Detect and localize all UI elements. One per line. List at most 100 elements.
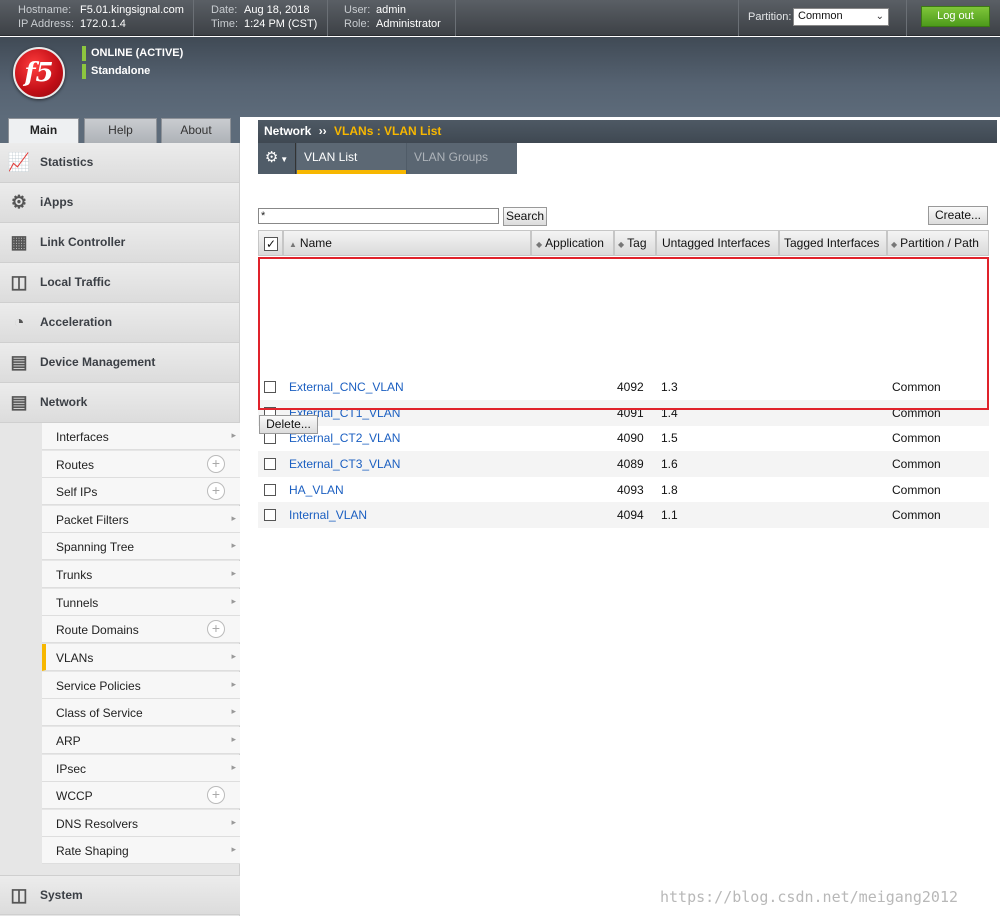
sidebar-item-label: Link Controller	[40, 235, 126, 249]
sidebar-subitem-routes[interactable]: Routes +	[42, 451, 240, 478]
subitem-label: Spanning Tree	[56, 540, 135, 554]
sidebar-item-system[interactable]: ◫ System	[0, 875, 240, 915]
row-checkbox[interactable]	[264, 458, 276, 470]
status-mode: Standalone	[82, 64, 150, 79]
tab-vlan-list[interactable]: VLAN List	[297, 143, 406, 174]
column-header-application[interactable]: ◆ Application	[531, 230, 614, 256]
tab-help[interactable]: Help	[84, 118, 157, 143]
vlan-name-link[interactable]: External_CNC_VLAN	[289, 380, 404, 394]
table-row: External_CT2_VLAN 4090 1.5 Common	[258, 425, 989, 451]
main-tabs: Main Help About	[0, 117, 240, 143]
plus-icon[interactable]: +	[207, 482, 225, 500]
sidebar-subitem-service-policies[interactable]: Service Policies ▸	[42, 672, 240, 699]
subitem-label: DNS Resolvers	[56, 817, 139, 831]
sidebar-item-label: System	[40, 888, 83, 902]
iapps-icon: ⚙	[10, 192, 28, 212]
tab-about[interactable]: About	[161, 118, 231, 143]
search-input[interactable]: *	[258, 208, 499, 224]
device-management-icon: ▤	[10, 352, 28, 372]
vlan-name-link[interactable]: External_CT3_VLAN	[289, 457, 400, 471]
acceleration-icon: ◔	[13, 312, 25, 332]
subitem-label: ARP	[56, 734, 81, 748]
host-info: Hostname: F5.01.kingsignal.com IP Address…	[18, 3, 184, 31]
subitem-label: Trunks	[56, 568, 93, 582]
date-value: Aug 18, 2018	[244, 4, 310, 16]
sidebar-subitem-trunks[interactable]: Trunks ▸	[42, 561, 240, 588]
row-checkbox[interactable]	[264, 509, 276, 521]
delete-button[interactable]: Delete...	[259, 415, 318, 434]
gear-icon[interactable]: ⚙ ▼	[258, 143, 296, 174]
search-button[interactable]: Search	[503, 207, 547, 226]
subitem-label: Route Domains	[56, 623, 139, 637]
mode-text: Standalone	[91, 65, 151, 77]
vlan-name-link[interactable]: Internal_VLAN	[289, 508, 367, 522]
sidebar-subitem-tunnels[interactable]: Tunnels ▸	[42, 589, 240, 616]
subitem-label: Rate Shaping	[56, 844, 129, 858]
partition-label: Partition:	[748, 11, 792, 23]
sidebar-item-label: Network	[40, 395, 88, 409]
sidebar-subitem-vlans[interactable]: VLANs ▸	[42, 644, 240, 671]
subitem-label: Self IPs	[56, 485, 98, 499]
column-header-untagged[interactable]: Untagged Interfaces	[656, 230, 779, 256]
logo-text: f5	[24, 58, 54, 88]
sidebar-subitem-spanning-tree[interactable]: Spanning Tree ▸	[42, 533, 240, 560]
column-header-tagged[interactable]: Tagged Interfaces	[779, 230, 887, 256]
chevron-right-icon: ▸	[231, 844, 236, 854]
vlan-tag: 4091	[617, 406, 644, 420]
chevron-right-icon: ▸	[231, 596, 236, 606]
top-bar: Hostname: F5.01.kingsignal.com IP Address…	[0, 0, 1000, 36]
hostname-label: Hostname:	[18, 4, 72, 16]
column-header-name[interactable]: ▲ Name	[283, 230, 531, 256]
column-header-tag[interactable]: ◆ Tag	[614, 230, 656, 256]
sidebar-subitem-packet-filters[interactable]: Packet Filters ▸	[42, 506, 240, 533]
create-button[interactable]: Create...	[928, 206, 988, 225]
logout-button[interactable]: Log out	[921, 6, 990, 27]
row-checkbox[interactable]	[264, 484, 276, 496]
status-indicator	[82, 64, 86, 79]
divider	[327, 0, 328, 36]
column-header-label: Name	[299, 236, 332, 250]
sidebar-subitem-arp[interactable]: ARP ▸	[42, 727, 240, 754]
sidebar-item-local-traffic[interactable]: ◫ Local Traffic	[0, 263, 239, 303]
plus-icon[interactable]: +	[207, 620, 225, 638]
sidebar-subitem-wccp[interactable]: WCCP +	[42, 782, 240, 809]
vlan-partition: Common	[892, 380, 941, 394]
vlan-untagged: 1.5	[661, 431, 678, 445]
chevron-right-icon: ▸	[231, 734, 236, 744]
divider	[455, 0, 456, 36]
sidebar-subitem-self-ips[interactable]: Self IPs +	[42, 478, 240, 505]
sidebar-subitem-dns-resolvers[interactable]: DNS Resolvers ▸	[42, 810, 240, 837]
breadcrumb-root[interactable]: Network	[264, 124, 311, 138]
row-checkbox[interactable]	[264, 381, 276, 393]
sidebar-item-label: Device Management	[40, 355, 156, 369]
vlan-partition: Common	[892, 406, 941, 420]
f5-logo: f5	[13, 47, 65, 99]
sidebar-item-statistics[interactable]: 📈 Statistics	[0, 143, 239, 183]
subitem-label: Interfaces	[56, 430, 109, 444]
sidebar-subitem-route-domains[interactable]: Route Domains +	[42, 616, 240, 643]
plus-icon[interactable]: +	[207, 786, 225, 804]
date-label: Date:	[211, 4, 238, 16]
sidebar-item-label: Local Traffic	[40, 275, 111, 289]
sidebar-item-link-controller[interactable]: ▦ Link Controller	[0, 223, 239, 263]
vlan-name-link[interactable]: HA_VLAN	[289, 483, 344, 497]
subitem-label: VLANs	[56, 651, 94, 665]
plus-icon[interactable]: +	[207, 455, 225, 473]
sidebar-subitem-rate-shaping[interactable]: Rate Shaping ▸	[42, 837, 240, 864]
sidebar-item-device-management[interactable]: ▤ Device Management	[0, 343, 239, 383]
tab-main[interactable]: Main	[8, 118, 79, 143]
select-all-checkbox[interactable]: ✓	[264, 237, 278, 251]
sidebar-subitem-interfaces[interactable]: Interfaces ▸	[42, 423, 240, 450]
tab-vlan-groups[interactable]: VLAN Groups	[407, 143, 517, 174]
partition-select[interactable]: Common ⌄	[793, 8, 889, 26]
main-content: Network ›› VLANs : VLAN List ⚙ ▼ VLAN Lis…	[241, 117, 1000, 916]
sidebar-item-iapps[interactable]: ⚙ iApps	[0, 183, 239, 223]
subitem-label: Tunnels	[56, 596, 99, 610]
sidebar-item-acceleration[interactable]: ◔ Acceleration	[0, 303, 239, 343]
link-controller-icon: ▦	[10, 232, 28, 252]
subitem-label: Routes	[56, 458, 95, 472]
sidebar-subitem-class-of-service[interactable]: Class of Service ▸	[42, 699, 240, 726]
sidebar-subitem-ipsec[interactable]: IPsec ▸	[42, 755, 240, 782]
sidebar-item-network[interactable]: ▤ Network	[0, 383, 239, 423]
column-header-partition[interactable]: ◆ Partition / Path	[887, 230, 989, 256]
